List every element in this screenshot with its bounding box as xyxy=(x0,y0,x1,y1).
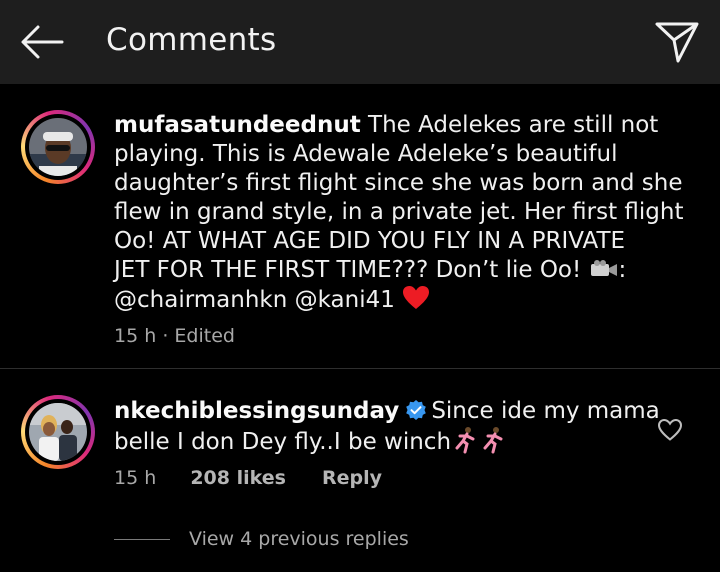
comment-line: playing. This is Adewale Adeleke’s beaut… xyxy=(114,141,618,167)
comment-body: mufasatundeednut The Adelekes are still … xyxy=(114,111,684,315)
likes-count[interactable]: 208 likes xyxy=(190,467,286,489)
comment-line: Since ide my mama xyxy=(431,398,660,424)
avatar[interactable] xyxy=(29,403,87,461)
divider xyxy=(0,368,720,369)
page-title: Comments xyxy=(106,22,277,58)
comment-time: 15 h xyxy=(114,325,157,347)
comment-line: flew in grand style, in a private jet. H… xyxy=(114,199,684,225)
comment-meta: 15 h 208 likes Reply xyxy=(114,467,382,489)
mention-line[interactable]: @chairmanhkn @kani41 xyxy=(114,287,402,313)
avatar-photo xyxy=(29,118,87,176)
avatar-story-ring[interactable] xyxy=(21,110,95,184)
avatar-story-ring[interactable] xyxy=(21,395,95,469)
comment-username[interactable]: mufasatundeednut xyxy=(114,112,361,138)
verified-badge-icon xyxy=(406,400,427,420)
comment-line: The Adelekes are still not xyxy=(360,112,659,138)
edited-label: Edited xyxy=(174,325,235,347)
red-heart-emoji xyxy=(403,286,430,309)
comment-username[interactable]: nkechiblessingsunday xyxy=(114,398,399,424)
comment-line: belle I don Dey fly..I be winch xyxy=(114,429,452,455)
heart-outline-icon[interactable] xyxy=(657,418,683,442)
comment-body: nkechiblessingsunday Since ide my mama b… xyxy=(114,397,660,457)
comment-time: 15 h xyxy=(114,467,157,489)
meta-separator: · xyxy=(162,325,169,347)
woman-running-emoji xyxy=(455,427,475,454)
video-camera-emoji xyxy=(590,260,617,276)
comment-line: : xyxy=(618,257,627,283)
comment-line: daughter’s first flight since she was bo… xyxy=(114,170,683,196)
app-header: Comments xyxy=(0,0,720,84)
comment-line: Oo! AT WHAT AGE DID YOU FLY IN A PRIVATE xyxy=(114,228,626,254)
reply-button[interactable]: Reply xyxy=(322,467,382,489)
avatar[interactable] xyxy=(29,118,87,176)
avatar-photo xyxy=(29,403,87,461)
paper-plane-icon[interactable] xyxy=(654,20,700,64)
arrow-left-icon[interactable] xyxy=(20,24,64,60)
comment-line: JET FOR THE FIRST TIME??? Don’t lie Oo! xyxy=(114,257,589,283)
woman-running-emoji xyxy=(483,427,503,454)
comment-meta: 15 h · Edited xyxy=(114,325,235,347)
view-replies-button[interactable]: View 4 previous replies xyxy=(189,528,409,550)
replies-line xyxy=(114,539,170,540)
